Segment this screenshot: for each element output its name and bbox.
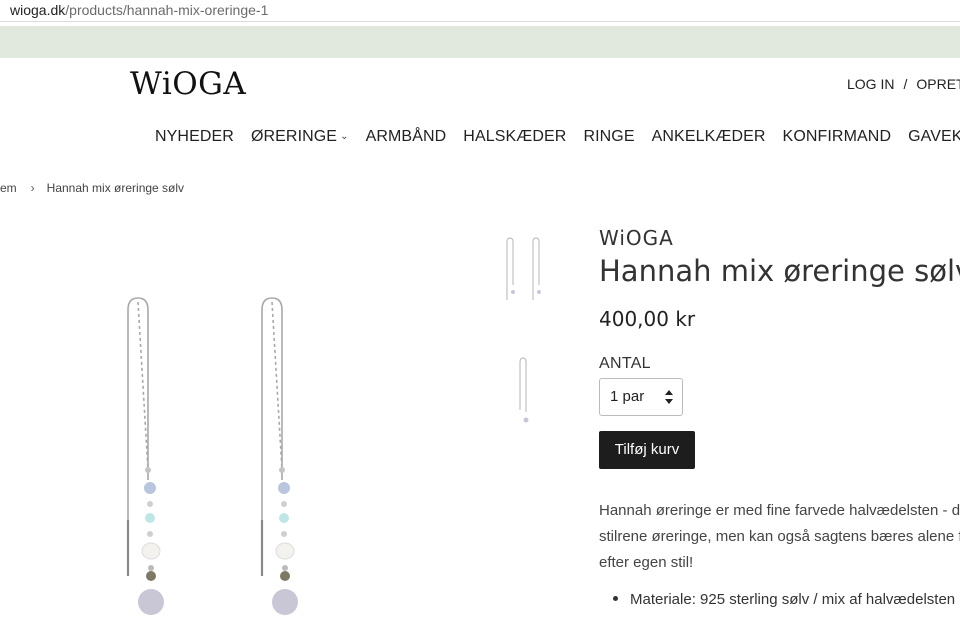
url-domain: wioga.dk — [10, 2, 66, 18]
product-thumbnail-2[interactable] — [510, 350, 538, 430]
nav-item-oreringe[interactable]: ØRERINGE ⌄ — [251, 127, 349, 147]
product-description: Hannah øreringe er med fine farvede halv… — [599, 498, 960, 576]
breadcrumb: em › Hannah mix øreringe sølv — [0, 180, 184, 196]
main-nav: NYHEDER ØRERINGE ⌄ ARMBÅND HALSKÆDER RING… — [155, 127, 960, 147]
nav-item-halskaeder[interactable]: HALSKÆDER — [463, 127, 566, 147]
create-account-link[interactable]: OPRET — [916, 76, 960, 92]
nav-item-ringe[interactable]: RINGE — [583, 127, 634, 147]
product-title: Hannah mix øreringe sølv — [599, 254, 960, 288]
bullet-icon — [613, 596, 618, 601]
description-line: Hannah øreringe er med fine farvede halv… — [599, 502, 960, 519]
announcement-bar — [0, 26, 960, 58]
product-vendor[interactable]: WiOGA — [599, 227, 674, 249]
url-path: /products/hannah-mix-oreringe-1 — [65, 2, 269, 18]
nav-item-konfirmand[interactable]: KONFIRMAND — [783, 127, 892, 147]
nav-item-label: ØRERINGE — [250, 128, 338, 145]
url-bar[interactable]: wioga.dk/products/hannah-mix-oreringe-1 — [0, 0, 960, 22]
account-separator: / — [903, 76, 908, 92]
nav-item-nyheder[interactable]: NYHEDER — [155, 127, 234, 147]
quantity-select[interactable]: 1 par — [599, 378, 683, 416]
nav-item-gavekort[interactable]: GAVEKORT — [908, 127, 960, 147]
earrings-illustration — [126, 297, 298, 615]
thumbnail-earring-single — [519, 357, 529, 423]
site-logo[interactable]: WiOGA — [130, 66, 246, 102]
breadcrumb-home[interactable]: em — [0, 181, 17, 195]
add-to-cart-button[interactable]: Tilføj kurv — [599, 431, 695, 469]
nav-item-ankelkaeder[interactable]: ANKELKÆDER — [652, 127, 766, 147]
product-main-image[interactable] — [100, 280, 330, 620]
chevron-down-icon: ⌄ — [340, 131, 349, 142]
product-thumbnail-1[interactable] — [495, 230, 550, 310]
nav-item-armbaand[interactable]: ARMBÅND — [366, 127, 447, 147]
feature-list-item: Materiale: 925 sterling sølv / mix af ha… — [613, 590, 955, 610]
description-line: stilrene øreringe, men kan også sagtens … — [599, 528, 960, 545]
breadcrumb-current: Hannah mix øreringe sølv — [46, 181, 185, 195]
breadcrumb-arrow-icon: › — [30, 181, 35, 195]
description-line: efter egen stil! — [599, 554, 694, 571]
feature-text: Materiale: 925 sterling sølv / mix af ha… — [630, 591, 956, 608]
thumbnail-earrings-pair — [506, 237, 541, 300]
select-arrows-icon — [665, 390, 673, 404]
product-price: 400,00 kr — [599, 307, 696, 331]
quantity-label: ANTAL — [599, 355, 651, 372]
account-links: LOG IN / OPRET — [847, 75, 960, 93]
login-link[interactable]: LOG IN — [847, 76, 894, 92]
quantity-value: 1 par — [610, 388, 645, 405]
